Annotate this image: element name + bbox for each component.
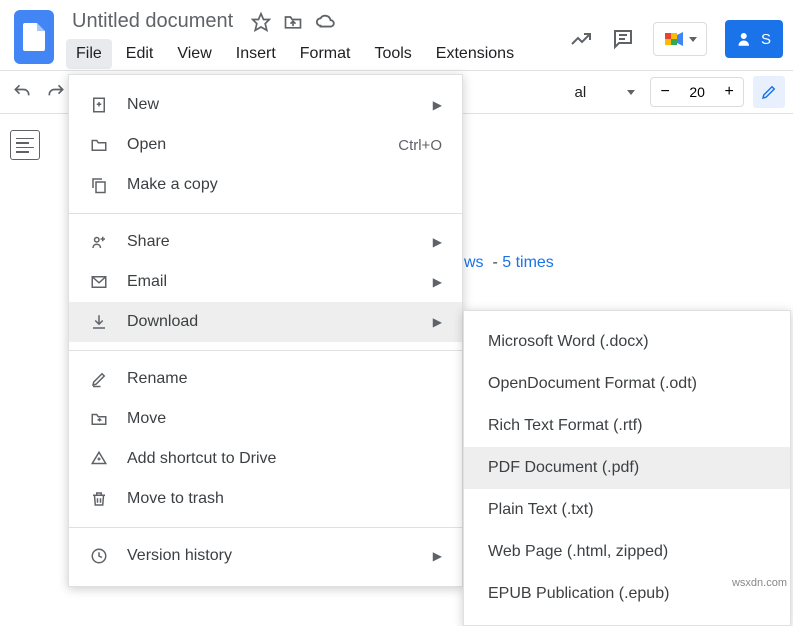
- menu-tools[interactable]: Tools: [364, 39, 421, 69]
- rename-icon: [89, 369, 109, 389]
- menu-format[interactable]: Format: [290, 39, 361, 69]
- menu-new[interactable]: New▶: [69, 85, 462, 125]
- document-title[interactable]: Untitled document: [66, 8, 239, 35]
- activity-icon[interactable]: [569, 27, 593, 51]
- menu-move[interactable]: Move: [69, 399, 462, 439]
- download-icon: [89, 312, 109, 332]
- copy-icon: [89, 175, 109, 195]
- redo-icon[interactable]: [46, 82, 66, 102]
- menu-share[interactable]: Share▶: [69, 222, 462, 262]
- zoom-plus[interactable]: +: [715, 78, 743, 106]
- trash-icon: [89, 489, 109, 509]
- meet-button[interactable]: [653, 22, 707, 56]
- download-html[interactable]: Web Page (.html, zipped): [464, 531, 790, 573]
- folder-icon: [89, 135, 109, 155]
- zoom-minus[interactable]: −: [651, 78, 679, 106]
- move-folder-icon[interactable]: [283, 12, 303, 32]
- menu-rename[interactable]: Rename: [69, 359, 462, 399]
- menu-file[interactable]: File: [66, 39, 112, 69]
- history-icon: [89, 546, 109, 566]
- menu-bar: File Edit View Insert Format Tools Exten…: [66, 39, 569, 69]
- docs-logo[interactable]: [14, 10, 54, 64]
- share-icon: [89, 232, 109, 252]
- menu-download[interactable]: Download▶: [69, 302, 462, 342]
- outline-icon[interactable]: [10, 130, 40, 160]
- comments-icon[interactable]: [611, 27, 635, 51]
- menu-add-shortcut[interactable]: Add shortcut to Drive: [69, 439, 462, 479]
- font-selector[interactable]: al: [575, 84, 637, 101]
- menu-version-history[interactable]: Version history▶: [69, 536, 462, 576]
- menu-view[interactable]: View: [167, 39, 221, 69]
- watermark: wsxdn.com: [732, 577, 787, 589]
- move-icon: [89, 409, 109, 429]
- file-dropdown: New▶ OpenCtrl+O Make a copy Share▶ Email…: [68, 74, 463, 587]
- menu-open[interactable]: OpenCtrl+O: [69, 125, 462, 165]
- menu-trash[interactable]: Move to trash: [69, 479, 462, 519]
- menu-insert[interactable]: Insert: [226, 39, 286, 69]
- share-button[interactable]: S: [725, 20, 783, 58]
- new-doc-icon: [89, 95, 109, 115]
- email-icon: [89, 272, 109, 292]
- menu-extensions[interactable]: Extensions: [426, 39, 524, 69]
- download-odt[interactable]: OpenDocument Format (.odt): [464, 363, 790, 405]
- zoom-value[interactable]: 20: [679, 84, 715, 100]
- undo-icon[interactable]: [12, 82, 32, 102]
- download-docx[interactable]: Microsoft Word (.docx): [464, 321, 790, 363]
- download-txt[interactable]: Plain Text (.txt): [464, 489, 790, 531]
- document-body-text: ws - 5 times: [464, 254, 554, 272]
- star-icon[interactable]: [251, 12, 271, 32]
- menu-email[interactable]: Email▶: [69, 262, 462, 302]
- download-pdf[interactable]: PDF Document (.pdf): [464, 447, 790, 489]
- shortcut-icon: [89, 449, 109, 469]
- menu-make-copy[interactable]: Make a copy: [69, 165, 462, 205]
- editing-mode-icon[interactable]: [753, 76, 785, 108]
- menu-edit[interactable]: Edit: [116, 39, 164, 69]
- cloud-status-icon[interactable]: [315, 11, 337, 33]
- download-rtf[interactable]: Rich Text Format (.rtf): [464, 405, 790, 447]
